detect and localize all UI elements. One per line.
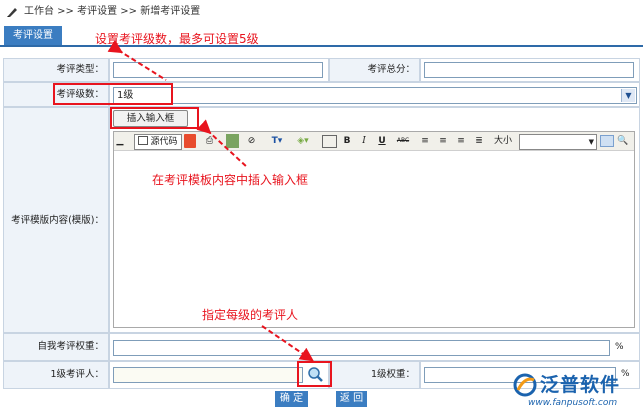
arrow-levels — [107, 39, 167, 81]
brand-logo-icon — [513, 373, 537, 397]
annotation-arrows — [107, 39, 314, 362]
arrow-evaluator — [261, 325, 314, 362]
brand-watermark: 泛普软件 www.fanpusoft.com — [512, 370, 642, 414]
brand-name: 泛普软件 — [540, 374, 621, 396]
brand-url: www.fanpusoft.com — [528, 398, 618, 408]
arrow-insert — [196, 119, 249, 169]
